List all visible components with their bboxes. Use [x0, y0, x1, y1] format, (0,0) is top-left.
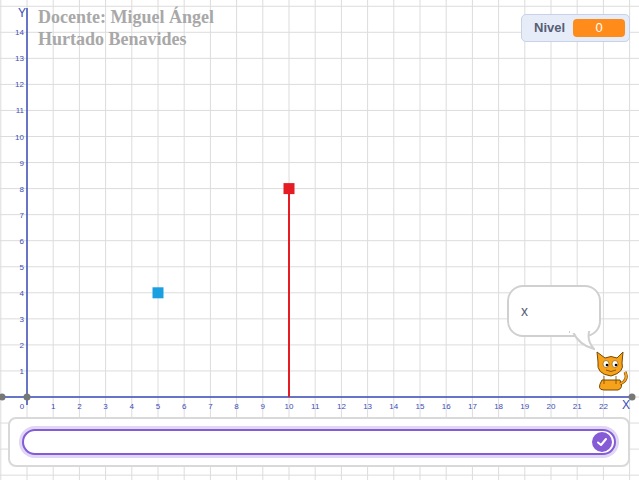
- x-tick-label: 0: [20, 402, 25, 411]
- x-tick-label: 8: [234, 402, 239, 411]
- x-tick-label: 4: [130, 402, 135, 411]
- y-tick-label: 9: [20, 159, 25, 168]
- y-axis: [26, 8, 28, 405]
- monitor-value: 0: [573, 19, 625, 37]
- y-tick-label: 5: [20, 263, 25, 272]
- x-tick-label: 19: [520, 402, 529, 411]
- submit-button[interactable]: [592, 432, 612, 452]
- answer-field[interactable]: [22, 429, 616, 455]
- x-tick-label: 7: [208, 402, 213, 411]
- y-tick-label: 3: [20, 315, 25, 324]
- x-tick-label: 10: [285, 402, 294, 411]
- y-tick-label: 8: [20, 185, 25, 194]
- bubble-tail-icon: [569, 331, 595, 351]
- x-tick-label: 18: [494, 402, 503, 411]
- y-tick-label: 2: [20, 341, 25, 350]
- title-line: Docente: Miguel Ángel: [38, 6, 214, 28]
- x-tick-label: 16: [442, 402, 451, 411]
- y-tick-label: 10: [15, 133, 24, 142]
- x-tick-label: 14: [389, 402, 398, 411]
- answer-input[interactable]: [36, 432, 592, 452]
- coordinate-grid: 0123456789101112131415161718192021221234…: [0, 0, 639, 480]
- variable-monitor[interactable]: Nivel 0: [521, 14, 630, 42]
- x-tick-label: 17: [468, 402, 477, 411]
- x-axis-label: X: [622, 398, 630, 412]
- x-tick-label: 5: [156, 402, 161, 411]
- teacher-title: Docente: Miguel ÁngelHurtado Benavides: [38, 6, 214, 50]
- x-tick-label: 20: [547, 402, 556, 411]
- x-tick-label: 11: [311, 402, 320, 411]
- y-tick-label: 4: [20, 289, 25, 298]
- monitor-label: Nivel: [534, 18, 565, 38]
- x-tick-label: 15: [416, 402, 425, 411]
- x-tick-label: 13: [363, 402, 372, 411]
- y-tick-label: 11: [16, 106, 25, 115]
- y-tick-label: 14: [15, 28, 24, 37]
- x-axis: [0, 396, 632, 398]
- x-tick-label: 9: [261, 402, 266, 411]
- y-tick-label: 6: [20, 237, 25, 246]
- ask-prompt: [8, 417, 630, 467]
- plot-point: [153, 287, 164, 298]
- plot-point: [284, 183, 295, 397]
- y-tick-label: 12: [15, 80, 24, 89]
- y-tick-label: 7: [20, 211, 25, 220]
- x-tick-label: 2: [77, 402, 82, 411]
- x-tick-label: 6: [182, 402, 187, 411]
- check-icon: [596, 436, 608, 448]
- y-axis-label: Y: [18, 6, 26, 20]
- x-tick-label: 12: [337, 402, 346, 411]
- x-tick-label: 21: [573, 402, 582, 411]
- y-tick-label: 1: [20, 367, 25, 376]
- y-tick-label: 13: [15, 54, 24, 63]
- speech-bubble: x: [507, 285, 601, 337]
- title-line: Hurtado Benavides: [38, 28, 214, 50]
- stage: 0123456789101112131415161718192021221234…: [0, 0, 639, 480]
- speech-text: x: [521, 303, 528, 319]
- x-tick-label: 22: [599, 402, 608, 411]
- cat-sprite-icon[interactable]: [592, 350, 630, 392]
- x-tick-label: 1: [51, 402, 56, 411]
- x-tick-label: 3: [103, 402, 108, 411]
